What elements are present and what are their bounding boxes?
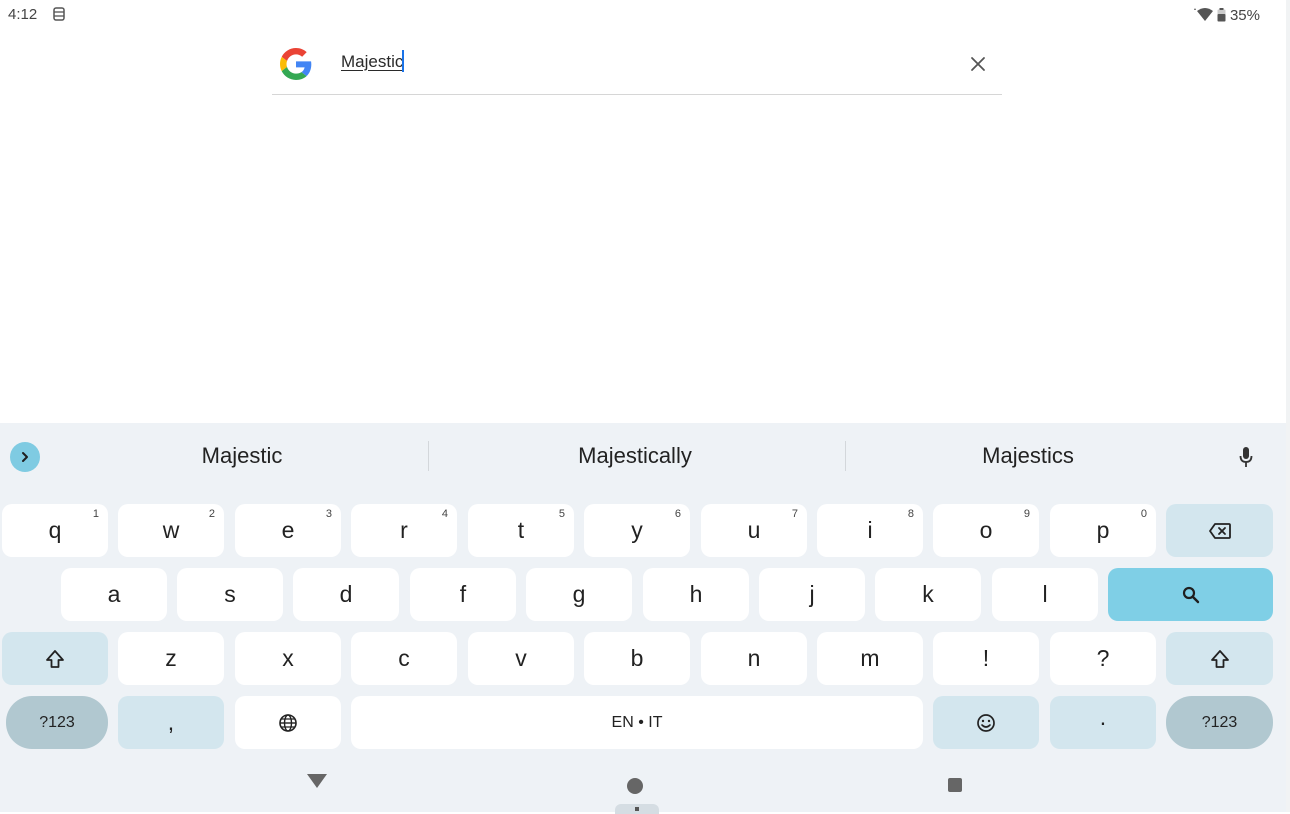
- key-question[interactable]: ?: [1050, 632, 1156, 685]
- key-z[interactable]: z: [118, 632, 224, 685]
- key-u[interactable]: u7: [701, 504, 807, 557]
- key-t[interactable]: t5: [468, 504, 574, 557]
- search-key[interactable]: [1108, 568, 1273, 621]
- clear-search-button[interactable]: [964, 50, 992, 78]
- language-key[interactable]: [235, 696, 341, 749]
- key-g[interactable]: g: [526, 568, 632, 621]
- nav-home-button[interactable]: [627, 778, 643, 794]
- key-q[interactable]: q1: [2, 504, 108, 557]
- key-c[interactable]: c: [351, 632, 457, 685]
- period-key[interactable]: ·: [1050, 696, 1156, 749]
- key-w[interactable]: w2: [118, 504, 224, 557]
- search-query: Majestic: [341, 52, 404, 71]
- back-triangle-icon: [307, 774, 327, 788]
- backspace-key[interactable]: [1166, 504, 1273, 557]
- key-l[interactable]: l: [992, 568, 1098, 621]
- nav-back-button[interactable]: [306, 773, 328, 794]
- suggestion-strip: Majestic Majestically Majestics: [0, 423, 1286, 491]
- emoji-icon: [977, 713, 995, 732]
- key-j[interactable]: j: [759, 568, 865, 621]
- key-y[interactable]: y6: [584, 504, 690, 557]
- key-r[interactable]: r4: [351, 504, 457, 557]
- symbols-key-right[interactable]: ?123: [1166, 696, 1273, 749]
- status-bar: 4:12 35%: [0, 0, 1290, 30]
- key-b[interactable]: b: [584, 632, 690, 685]
- key-v[interactable]: v: [468, 632, 574, 685]
- status-indicators: 35%: [1191, 6, 1260, 24]
- shift-key-left[interactable]: [2, 632, 108, 685]
- key-k[interactable]: k: [875, 568, 981, 621]
- shift-icon: [1210, 649, 1229, 668]
- nav-recents-button[interactable]: [948, 778, 962, 792]
- status-time: 4:12: [8, 6, 38, 23]
- key-d[interactable]: d: [293, 568, 399, 621]
- key-a[interactable]: a: [61, 568, 167, 621]
- search-icon: [1182, 586, 1199, 603]
- key-m[interactable]: m: [817, 632, 923, 685]
- navigation-bar: [0, 760, 1286, 814]
- suggestion-2[interactable]: Majestically: [535, 443, 735, 471]
- suggestion-1[interactable]: Majestic: [142, 443, 342, 471]
- google-g-icon: [280, 48, 312, 80]
- voice-input-button[interactable]: [1232, 442, 1260, 472]
- shift-key-right[interactable]: [1166, 632, 1273, 685]
- space-key[interactable]: EN • IT: [351, 696, 923, 749]
- backspace-icon: [1208, 522, 1231, 539]
- microphone-icon: [1239, 447, 1253, 467]
- search-input[interactable]: Majestic: [341, 49, 405, 72]
- shift-icon: [46, 649, 64, 668]
- close-icon: [971, 57, 985, 71]
- screen-edge: [1286, 0, 1290, 812]
- battery-percent: 35%: [1229, 6, 1260, 24]
- key-f[interactable]: f: [410, 568, 516, 621]
- chevron-right-icon: [22, 452, 28, 462]
- suggestion-divider: [428, 441, 429, 471]
- text-caret: [402, 49, 405, 72]
- globe-icon: [279, 713, 297, 732]
- search-bar: Majestic: [272, 40, 1002, 95]
- suggestion-divider: [845, 441, 846, 471]
- notification-icon: [52, 6, 66, 22]
- suggestion-3[interactable]: Majestics: [928, 443, 1128, 471]
- key-x[interactable]: x: [235, 632, 341, 685]
- key-s[interactable]: s: [177, 568, 283, 621]
- key-o[interactable]: o9: [933, 504, 1039, 557]
- key-e[interactable]: e3: [235, 504, 341, 557]
- keyboard-handle[interactable]: [615, 804, 659, 814]
- key-n[interactable]: n: [701, 632, 807, 685]
- key-p[interactable]: p0: [1050, 504, 1156, 557]
- symbols-key-left[interactable]: ?123: [6, 696, 108, 749]
- key-i[interactable]: i8: [817, 504, 923, 557]
- wifi-icon: [1191, 8, 1213, 22]
- battery-icon: [1217, 8, 1226, 22]
- expand-toolbar-button[interactable]: [10, 442, 40, 472]
- key-h[interactable]: h: [643, 568, 749, 621]
- emoji-key[interactable]: [933, 696, 1039, 749]
- comma-key[interactable]: ,: [118, 696, 224, 749]
- key-exclamation[interactable]: !: [933, 632, 1039, 685]
- keyboard: Majestic Majestically Majestics q1 w2 e3…: [0, 423, 1286, 812]
